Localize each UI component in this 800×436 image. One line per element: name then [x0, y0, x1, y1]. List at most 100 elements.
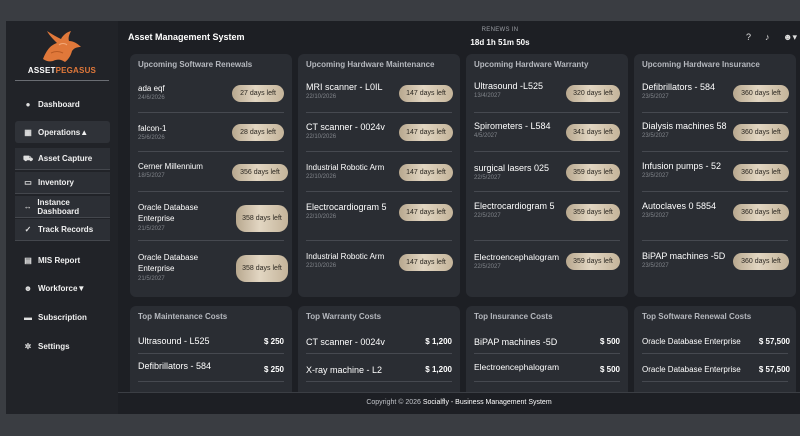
- panel-top-software-renewal-costs: Top Software Renewal Costs Oracle Databa…: [634, 306, 796, 392]
- item-name: Industrial Robotic Arm: [306, 163, 385, 172]
- dashboard-icon: ●: [25, 99, 31, 109]
- sidebar-item-label: MIS Report: [38, 255, 81, 265]
- panel-hardware-maintenance: Upcoming Hardware Maintenance MRI scanne…: [298, 54, 460, 297]
- divider: [306, 353, 452, 354]
- subscription-icon: ▬: [24, 312, 32, 322]
- list-item[interactable]: Ultrasound -L525 13/4/2027: [474, 81, 543, 99]
- list-item[interactable]: Defibrillators - 584 23/5/2027: [642, 82, 715, 100]
- list-item[interactable]: Spirometers - L584 4/5/2027: [474, 121, 551, 139]
- list-item[interactable]: Autoclaves 0 5854 23/5/2027: [642, 201, 716, 219]
- divider: [306, 191, 452, 192]
- panel-software-renewals: Upcoming Software Renewals ada eqf 24/6/…: [130, 54, 292, 297]
- sidebar-item-label: Settings: [38, 341, 70, 351]
- divider: [474, 240, 620, 241]
- panel-top-warranty-costs: Top Warranty Costs CT scanner - 0024v $ …: [298, 306, 460, 392]
- list-item[interactable]: ada eqf 24/6/2026: [138, 84, 165, 101]
- divider: [474, 191, 620, 192]
- cost-item-name: BiPAP machines -5D: [474, 337, 558, 347]
- sidebar-item-inventory[interactable]: ▭ Inventory: [15, 172, 110, 194]
- list-item[interactable]: Cerner Millennium 18/5/2027: [138, 162, 203, 179]
- sidebar-item-dashboard[interactable]: ● Dashboard: [6, 93, 118, 115]
- cart-icon: ⛟: [22, 153, 34, 163]
- item-date: 22/10/2026: [306, 174, 337, 180]
- sidebar-item-operations[interactable]: ▦ Operations▲: [15, 121, 110, 143]
- panel-title: Upcoming Hardware Warranty: [474, 60, 589, 69]
- sidebar-item-track-records[interactable]: ✓ Track Records: [15, 219, 110, 241]
- item-name: Infusion pumps - 52: [642, 161, 722, 171]
- sidebar-item-settings[interactable]: ✲ Settings: [6, 335, 118, 357]
- list-item[interactable]: Industrial Robotic Arm 22/10/2026: [306, 163, 384, 180]
- sidebar-item-subscription[interactable]: ▬ Subscription: [6, 306, 118, 328]
- list-item[interactable]: Oracle Database Enterprise 21/5/2027: [138, 252, 220, 282]
- divider: [642, 151, 788, 152]
- list-item[interactable]: Oracle Database Enterprise 21/5/2027: [138, 202, 220, 232]
- divider: [642, 381, 788, 382]
- item-name: BiPAP machines -5D: [642, 251, 726, 261]
- list-item[interactable]: CT scanner - 0024v 22/10/2026: [306, 122, 385, 140]
- list-item[interactable]: Electrocardiogram 5 22/10/2026: [306, 202, 387, 220]
- divider: [306, 240, 452, 241]
- days-left-badge: 360 days left: [733, 85, 789, 102]
- list-item[interactable]: surgical lasers 025 22/5/2027: [474, 163, 549, 181]
- panel-title: Upcoming Software Renewals: [138, 60, 253, 69]
- divider: [138, 353, 284, 354]
- help-icon[interactable]: ?: [746, 32, 751, 42]
- list-item[interactable]: Dialysis machines 58 23/5/2027: [642, 121, 727, 139]
- divider: [474, 381, 620, 382]
- panel-title: Top Warranty Costs: [306, 312, 382, 321]
- list-item[interactable]: BiPAP machines -5D 23/5/2027: [642, 251, 725, 269]
- list-item[interactable]: falcon-1 25/6/2026: [138, 124, 166, 141]
- user-icon[interactable]: ☻▾: [783, 32, 797, 43]
- renews-label: RENEWS IN: [481, 27, 519, 33]
- list-item[interactable]: Industrial Robotic Arm 22/10/2026: [306, 252, 384, 269]
- item-date: 23/5/2027: [642, 173, 669, 179]
- cost-item-value: $ 250: [263, 337, 284, 346]
- cost-item-name: Oracle Database Enterprise: [642, 365, 741, 374]
- panel-top-insurance-costs: Top Insurance Costs BiPAP machines -5D $…: [466, 306, 628, 392]
- sidebar-item-workforce[interactable]: ☻ Workforce▼: [6, 277, 118, 299]
- item-date: 23/5/2027: [642, 94, 669, 100]
- logo-text-asset: ASSET: [27, 66, 56, 75]
- list-item[interactable]: MRI scanner - L0IL 22/10/2026: [306, 82, 383, 100]
- page-title: Asset Management System: [128, 32, 245, 42]
- item-date: 22/10/2026: [306, 263, 337, 269]
- list-item[interactable]: Infusion pumps - 52 23/5/2027: [642, 161, 721, 179]
- list-item[interactable]: Electrocardiogram 5 22/5/2027: [474, 201, 555, 219]
- gear-icon: ✲: [24, 341, 32, 351]
- sidebar-item-label: Subscription: [38, 312, 87, 322]
- cost-item-name: X-ray machine - L2: [306, 365, 383, 375]
- logo-divider: [15, 80, 109, 81]
- cost-item-name: Defibrillators - 584: [138, 361, 212, 371]
- panel-title: Top Software Renewal Costs: [642, 312, 752, 321]
- item-date: 22/5/2027: [474, 264, 501, 270]
- days-left-badge: 341 days left: [566, 124, 620, 141]
- cost-item-value: $ 500: [599, 365, 620, 374]
- sidebar-item-label: Asset Capture: [38, 154, 93, 163]
- sidebar-item-instance-dashboard[interactable]: ↔ Instance Dashboard: [15, 196, 110, 218]
- item-name: Oracle Database Enterprise: [138, 203, 199, 223]
- list-item[interactable]: Electroencephalogram 22/5/2027: [474, 252, 559, 270]
- panel-title: Top Maintenance Costs: [138, 312, 228, 321]
- panel-title: Upcoming Hardware Maintenance: [306, 60, 435, 69]
- divider: [138, 151, 284, 152]
- divider: [138, 112, 284, 113]
- days-left-badge: 359 days left: [566, 164, 620, 181]
- sidebar-item-asset-capture[interactable]: ⛟ Asset Capture: [15, 148, 110, 170]
- item-date: 23/5/2027: [642, 263, 669, 269]
- divider: [138, 191, 284, 192]
- divider: [642, 353, 788, 354]
- item-date: 23/5/2027: [642, 213, 669, 219]
- panel-top-maintenance-costs: Top Maintenance Costs Ultrasound - L525 …: [130, 306, 292, 392]
- cost-item-value: $ 500: [599, 337, 620, 346]
- inventory-icon: ▭: [24, 178, 32, 187]
- logo-text-pegasus: PEGASUS: [55, 66, 97, 75]
- days-left-badge: 28 days left: [232, 124, 284, 141]
- divider: [642, 240, 788, 241]
- bell-icon[interactable]: ♪: [765, 32, 770, 42]
- sidebar-item-mis-report[interactable]: ▤ MIS Report: [6, 249, 118, 271]
- cost-item-name: Electroencephalogram: [474, 362, 560, 372]
- divider: [306, 112, 452, 113]
- days-left-badge: 360 days left: [733, 164, 789, 181]
- divider: [474, 353, 620, 354]
- check-icon: ✓: [24, 225, 32, 234]
